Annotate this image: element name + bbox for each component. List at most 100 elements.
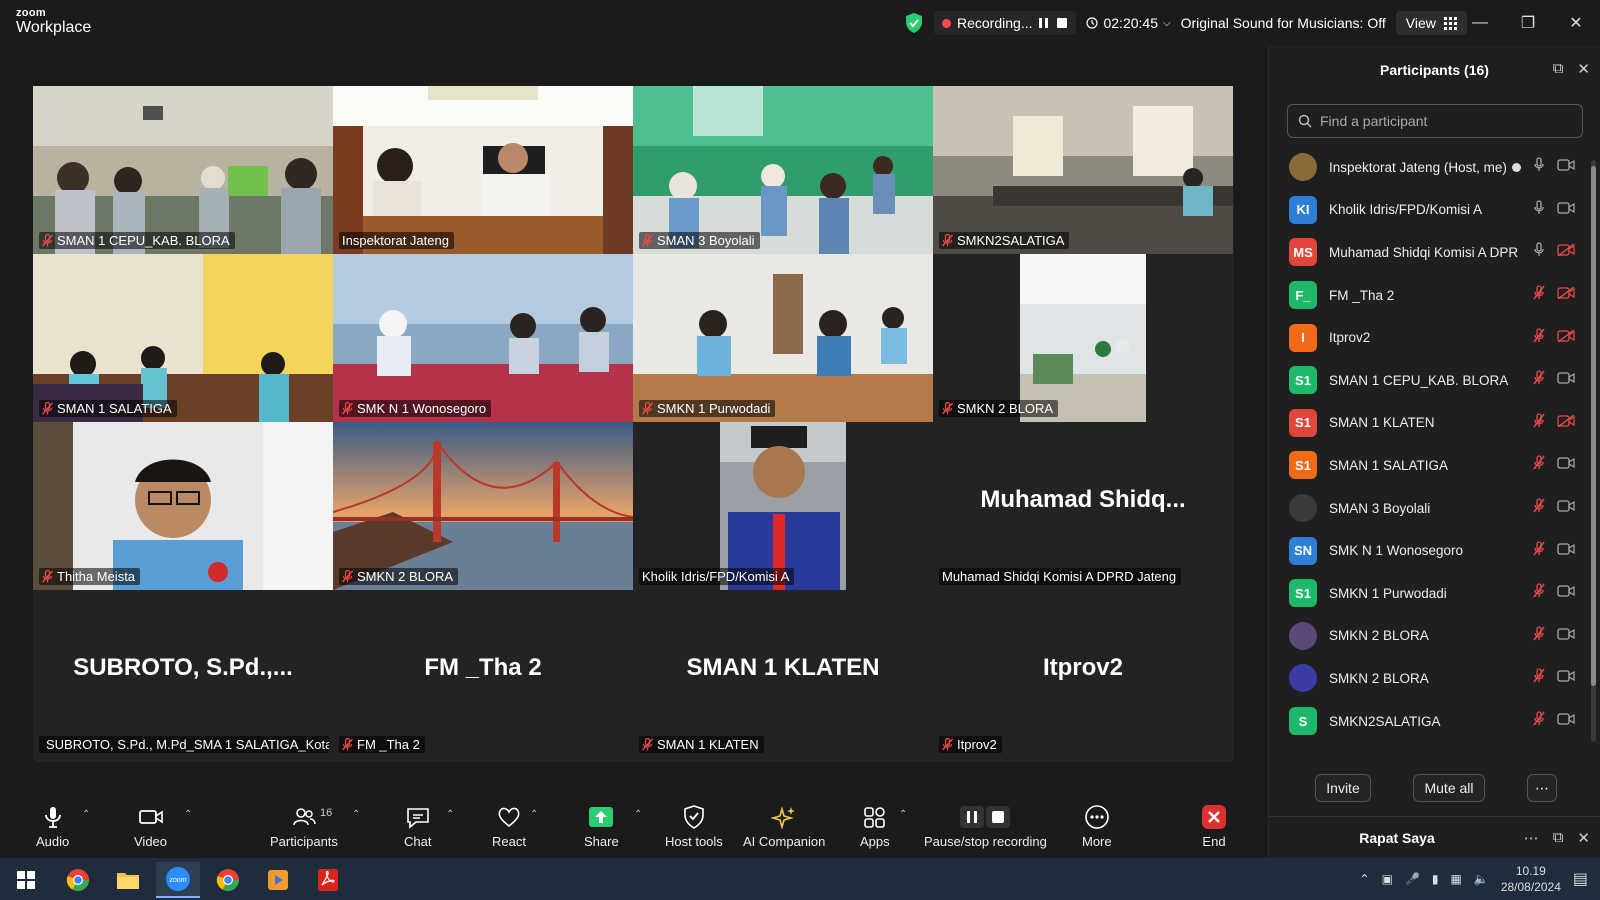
network-icon[interactable]: ▦ bbox=[1451, 872, 1462, 886]
meeting-timer[interactable]: 02:20:45 ⌵ bbox=[1086, 15, 1171, 31]
taskbar-chrome-app-2[interactable] bbox=[206, 862, 250, 898]
participant-row[interactable]: Inspektorat Jateng (Host, me) bbox=[1269, 146, 1589, 189]
participant-row[interactable]: KI Kholik Idris/FPD/Komisi A bbox=[1269, 189, 1589, 232]
mic-muted-icon[interactable] bbox=[1533, 626, 1545, 646]
video-options-chevron-icon[interactable]: ⌃ bbox=[184, 809, 192, 820]
mic-muted-icon[interactable] bbox=[1533, 498, 1545, 518]
taskbar-media-player[interactable] bbox=[256, 862, 300, 898]
video-off-icon[interactable] bbox=[1557, 286, 1575, 304]
participant-row[interactable]: SMAN 3 Boyolali bbox=[1269, 487, 1589, 530]
share-options-chevron-icon[interactable]: ⌃ bbox=[634, 809, 642, 820]
audio-button[interactable]: Audio bbox=[36, 805, 69, 849]
pop-out-icon[interactable]: ⧉ bbox=[1553, 60, 1564, 78]
video-off-icon[interactable] bbox=[1557, 329, 1575, 347]
video-icon[interactable] bbox=[1557, 456, 1575, 474]
react-options-chevron-icon[interactable]: ⌃ bbox=[530, 809, 538, 820]
mic-muted-icon[interactable] bbox=[1533, 328, 1545, 348]
video-icon[interactable] bbox=[1557, 499, 1575, 517]
battery-icon[interactable]: ▮ bbox=[1432, 872, 1439, 886]
mic-muted-icon[interactable] bbox=[1533, 711, 1545, 731]
chat-button[interactable]: Chat bbox=[404, 805, 431, 849]
participant-row[interactable]: SN SMK N 1 Wonosegoro bbox=[1269, 529, 1589, 572]
search-input[interactable] bbox=[1320, 113, 1560, 129]
mic-muted-icon[interactable] bbox=[1533, 668, 1545, 688]
apps-button[interactable]: Apps bbox=[860, 805, 890, 849]
video-icon[interactable] bbox=[1557, 158, 1575, 176]
recording-indicator[interactable]: Recording... bbox=[934, 11, 1077, 35]
video-tile[interactable]: SMAN 1 KLATEN SMAN 1 KLATEN bbox=[633, 590, 933, 758]
mute-all-button[interactable]: Mute all bbox=[1413, 774, 1485, 802]
video-tile[interactable]: Thitha Meista bbox=[33, 422, 333, 590]
invite-button[interactable]: Invite bbox=[1315, 774, 1371, 802]
video-tile[interactable]: SUBROTO, S.Pd.,... SUBROTO, S.Pd., M.Pd_… bbox=[33, 590, 333, 758]
participant-row[interactable]: SMKN 2 BLORA bbox=[1269, 657, 1589, 700]
video-icon[interactable] bbox=[1557, 584, 1575, 602]
mic-muted-icon[interactable] bbox=[1533, 413, 1545, 433]
more-button[interactable]: More bbox=[1082, 805, 1112, 849]
volume-icon[interactable]: 🔈 bbox=[1474, 872, 1489, 886]
mic-muted-icon[interactable] bbox=[1533, 370, 1545, 390]
video-tile[interactable]: SMAN 3 Boyolali bbox=[633, 86, 933, 254]
participant-row[interactable]: SMKN 2 BLORA bbox=[1269, 615, 1589, 658]
video-icon[interactable] bbox=[1557, 627, 1575, 645]
participant-row[interactable]: S1 SMKN 1 Purwodadi bbox=[1269, 572, 1589, 615]
chat-options-chevron-icon[interactable]: ⌃ bbox=[446, 809, 454, 820]
host-tools-button[interactable]: Host tools bbox=[665, 805, 723, 849]
minimize-icon[interactable]: — bbox=[1456, 0, 1504, 46]
pause-stop-recording-button[interactable]: Pause/stop recording bbox=[924, 805, 1047, 849]
participant-row[interactable]: S1 SMAN 1 SALATIGA bbox=[1269, 444, 1589, 487]
video-icon[interactable] bbox=[1557, 669, 1575, 687]
show-hidden-icons-chevron-icon[interactable]: ⌃ bbox=[1360, 872, 1370, 886]
mic-muted-icon[interactable] bbox=[1533, 285, 1545, 305]
video-tile[interactable]: SMKN 1 Purwodadi bbox=[633, 254, 933, 422]
video-icon[interactable] bbox=[1557, 371, 1575, 389]
video-off-icon[interactable] bbox=[1557, 243, 1575, 261]
video-tile[interactable]: SMKN 2 BLORA bbox=[333, 422, 633, 590]
participant-row[interactable]: I Itprov2 bbox=[1269, 316, 1589, 359]
original-sound-status[interactable]: Original Sound for Musicians: Off bbox=[1181, 15, 1386, 31]
react-button[interactable]: React bbox=[492, 805, 526, 849]
start-button[interactable] bbox=[4, 862, 48, 898]
video-tile[interactable]: FM _Tha 2 FM _Tha 2 bbox=[333, 590, 633, 758]
participant-row[interactable]: F_ FM _Tha 2 bbox=[1269, 274, 1589, 317]
taskbar-pdf-reader[interactable] bbox=[306, 862, 350, 898]
video-tile[interactable]: Muhamad Shidq... Muhamad Shidqi Komisi A… bbox=[933, 422, 1233, 590]
video-icon[interactable] bbox=[1557, 712, 1575, 730]
scrollbar-thumb[interactable] bbox=[1591, 166, 1596, 686]
taskbar-clock[interactable]: 10.19 28/08/2024 bbox=[1501, 863, 1561, 895]
ai-companion-button[interactable]: AI Companion bbox=[743, 805, 825, 849]
stop-recording-icon[interactable] bbox=[1056, 17, 1068, 29]
video-tile[interactable]: SMAN 1 CEPU_KAB. BLORA bbox=[33, 86, 333, 254]
microphone-usage-icon[interactable]: 🎤 bbox=[1405, 872, 1420, 886]
video-tile[interactable]: SMKN 2 BLORA bbox=[933, 254, 1233, 422]
audio-options-chevron-icon[interactable]: ⌃ bbox=[82, 809, 90, 820]
share-button[interactable]: Share bbox=[584, 805, 619, 849]
pause-recording-icon[interactable] bbox=[1038, 17, 1050, 29]
video-tile[interactable]: SMK N 1 Wonosegoro bbox=[333, 254, 633, 422]
mic-muted-icon[interactable] bbox=[1533, 583, 1545, 603]
video-tile[interactable]: Itprov2 Itprov2 bbox=[933, 590, 1233, 758]
video-tile[interactable]: Kholik Idris/FPD/Komisi A bbox=[633, 422, 933, 590]
close-icon[interactable]: ✕ bbox=[1577, 829, 1590, 847]
close-icon[interactable]: ✕ bbox=[1552, 0, 1600, 46]
taskbar-file-explorer[interactable] bbox=[106, 862, 150, 898]
mic-muted-icon[interactable] bbox=[1533, 540, 1545, 561]
participant-row[interactable]: S1 SMAN 1 KLATEN bbox=[1269, 402, 1589, 445]
ellipsis-icon[interactable]: ⋯ bbox=[1524, 829, 1539, 847]
security-shield-icon[interactable] bbox=[904, 12, 924, 34]
apps-options-chevron-icon[interactable]: ⌃ bbox=[899, 809, 907, 820]
video-tile[interactable]: SMKN2SALATIGA bbox=[933, 86, 1233, 254]
participant-row[interactable]: S1 SMAN 1 CEPU_KAB. BLORA bbox=[1269, 359, 1589, 402]
mic-icon[interactable] bbox=[1533, 200, 1545, 220]
video-icon[interactable] bbox=[1557, 542, 1575, 560]
video-off-icon[interactable] bbox=[1557, 414, 1575, 432]
mic-icon[interactable] bbox=[1533, 157, 1545, 177]
close-panel-icon[interactable]: ✕ bbox=[1577, 60, 1590, 78]
end-meeting-button[interactable]: End bbox=[1201, 805, 1227, 849]
video-button[interactable]: Video bbox=[134, 805, 167, 849]
video-tile[interactable]: SMAN 1 SALATIGA bbox=[33, 254, 333, 422]
participant-row[interactable]: MS Muhamad Shidqi Komisi A DPR... bbox=[1269, 231, 1589, 274]
participants-options-chevron-icon[interactable]: ⌃ bbox=[352, 809, 360, 820]
video-icon[interactable] bbox=[1557, 201, 1575, 219]
restore-icon[interactable]: ❐ bbox=[1504, 0, 1552, 46]
